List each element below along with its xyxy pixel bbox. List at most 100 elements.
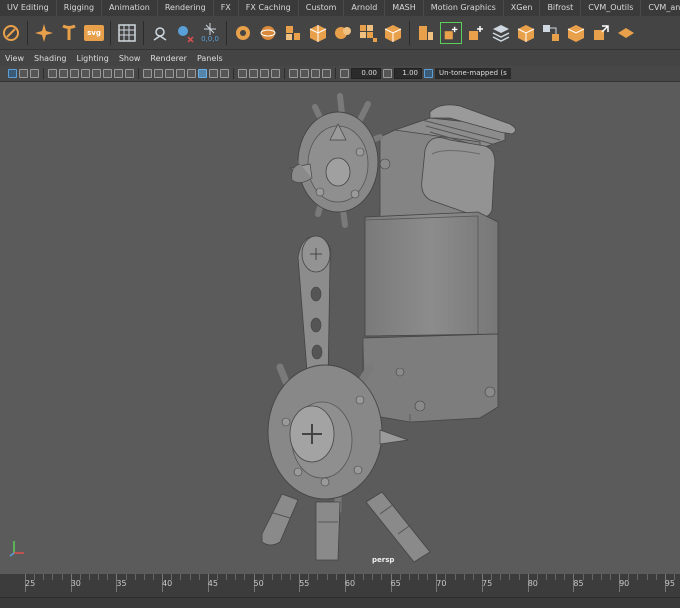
cube-icon[interactable] <box>307 22 329 44</box>
gate-mask-icon[interactable] <box>81 69 90 78</box>
panel-menu-show[interactable]: Show <box>114 52 146 66</box>
shelf-tab[interactable]: XGen <box>504 0 541 16</box>
field-chart-icon[interactable] <box>92 69 101 78</box>
gamma-field[interactable]: 1.00 <box>394 68 422 79</box>
shelf-tab[interactable]: UV Editing <box>0 0 57 16</box>
text-icon[interactable] <box>58 22 80 44</box>
color-management-icon[interactable] <box>424 69 433 78</box>
view-transform-dropdown[interactable]: Un-tone-mapped (s <box>435 68 511 79</box>
shelf-tab[interactable]: Motion Graphics <box>424 0 504 16</box>
toolbar-separator <box>138 68 139 79</box>
toolbar-separator <box>43 68 44 79</box>
select-camera-icon[interactable] <box>19 69 28 78</box>
layers-icon[interactable] <box>490 22 512 44</box>
plane-icon[interactable] <box>615 22 637 44</box>
motion-box-icon[interactable] <box>440 21 462 44</box>
wireframe-icon[interactable] <box>143 69 152 78</box>
viewport-3d[interactable]: persp <box>0 82 680 574</box>
svg-icon[interactable]: svg <box>83 22 105 44</box>
timeline-minor-tick <box>244 574 246 580</box>
shelf-tab[interactable]: FX <box>214 0 239 16</box>
network-icon[interactable] <box>540 22 562 44</box>
timeline-minor-tick <box>399 574 401 580</box>
shelf-tab[interactable]: CVM_Outils <box>581 0 642 16</box>
isolate-select-icon[interactable] <box>289 69 298 78</box>
keyframe-icon[interactable] <box>174 22 196 44</box>
shelf-separator <box>409 20 410 45</box>
panel-menu-shading[interactable]: Shading <box>29 52 72 66</box>
panel-menu-view[interactable]: View <box>0 52 29 66</box>
grid-toggle-icon[interactable] <box>125 69 134 78</box>
arrow-box-icon[interactable] <box>590 22 612 44</box>
cube-icon[interactable] <box>282 22 304 44</box>
timeline-minor-tick <box>43 574 45 580</box>
speaker-icon[interactable] <box>149 22 171 44</box>
exposure-field[interactable]: 0.00 <box>351 68 381 79</box>
timeline-frame-label: 80 <box>527 579 538 588</box>
xray-icon[interactable] <box>198 69 207 78</box>
sphere-icon[interactable] <box>257 22 279 44</box>
shelf-tab[interactable]: Bifrost <box>540 0 582 16</box>
timeline-minor-tick <box>536 574 538 580</box>
smooth-shade-icon[interactable] <box>154 69 163 78</box>
timeline-minor-tick <box>216 574 218 580</box>
timeline-frame-label: 45 <box>207 579 218 588</box>
gamma-icon[interactable] <box>383 69 392 78</box>
timeline-minor-tick <box>564 574 566 580</box>
shelf-tab[interactable]: CVM_anim <box>641 0 680 16</box>
cubes-icon[interactable] <box>415 22 437 44</box>
shelf-tab[interactable]: Arnold <box>344 0 386 16</box>
anti-aliasing-icon[interactable] <box>260 69 269 78</box>
xray-active-icon[interactable] <box>311 69 320 78</box>
timeline-minor-tick <box>655 574 657 580</box>
box-icon[interactable] <box>565 22 587 44</box>
panel-menu-renderer[interactable]: Renderer <box>145 52 192 66</box>
panel-menu-panels[interactable]: Panels <box>192 52 228 66</box>
shelf-tab[interactable]: Rigging <box>57 0 103 16</box>
camera-attributes-icon[interactable] <box>8 69 17 78</box>
timeline-frame-label: 60 <box>344 579 356 588</box>
grid-icon[interactable] <box>116 22 138 44</box>
motion-box-icon[interactable] <box>465 22 487 44</box>
clip-icon[interactable] <box>232 22 254 44</box>
shadows-icon[interactable] <box>220 69 229 78</box>
depth-of-field-icon[interactable] <box>271 69 280 78</box>
shelf-tab[interactable]: Animation <box>102 0 158 16</box>
image-plane-icon[interactable] <box>48 69 57 78</box>
bookmark-icon[interactable] <box>30 69 39 78</box>
timeline-minor-tick <box>171 574 173 580</box>
axis-gizmo <box>8 537 28 559</box>
film-gate-icon[interactable] <box>59 69 68 78</box>
origin-icon[interactable]: 0,0,0 <box>199 22 221 44</box>
time-slider[interactable]: 25 30 35 40 45 50 55 60 65 70 75 80 85 90 95 <box>0 574 680 608</box>
range-slider[interactable] <box>0 597 680 608</box>
textured-icon[interactable] <box>187 69 196 78</box>
xray-joints-icon[interactable] <box>300 69 309 78</box>
timeline-minor-tick <box>363 574 365 580</box>
default-material-icon[interactable] <box>165 69 174 78</box>
motion-blur-icon[interactable] <box>249 69 258 78</box>
paint-effects-icon[interactable] <box>0 22 22 44</box>
package-icon[interactable] <box>515 22 537 44</box>
safe-title-icon[interactable] <box>114 69 123 78</box>
wireframe-on-shaded-icon[interactable] <box>176 69 185 78</box>
grid-icon[interactable] <box>357 22 379 44</box>
hud-icon[interactable] <box>322 69 331 78</box>
shelf-tab[interactable]: Rendering <box>158 0 214 16</box>
use-lights-icon[interactable] <box>209 69 218 78</box>
shelf-tab[interactable]: Custom <box>299 0 345 16</box>
timeline-minor-tick <box>226 574 228 580</box>
ambient-occlusion-icon[interactable] <box>238 69 247 78</box>
timeline-frame-label: 95 <box>664 579 675 588</box>
safe-action-icon[interactable] <box>103 69 112 78</box>
panel-menu-lighting[interactable]: Lighting <box>71 52 113 66</box>
sparkle-icon[interactable] <box>33 22 55 44</box>
upper-gear <box>288 93 383 228</box>
blob-icon[interactable] <box>332 22 354 44</box>
resolution-gate-icon[interactable] <box>70 69 79 78</box>
timeline-minor-tick <box>545 574 547 580</box>
shelf-tab[interactable]: FX Caching <box>239 0 299 16</box>
exposure-icon[interactable] <box>340 69 349 78</box>
shelf-tab[interactable]: MASH <box>385 0 424 16</box>
cube-icon[interactable] <box>382 22 404 44</box>
